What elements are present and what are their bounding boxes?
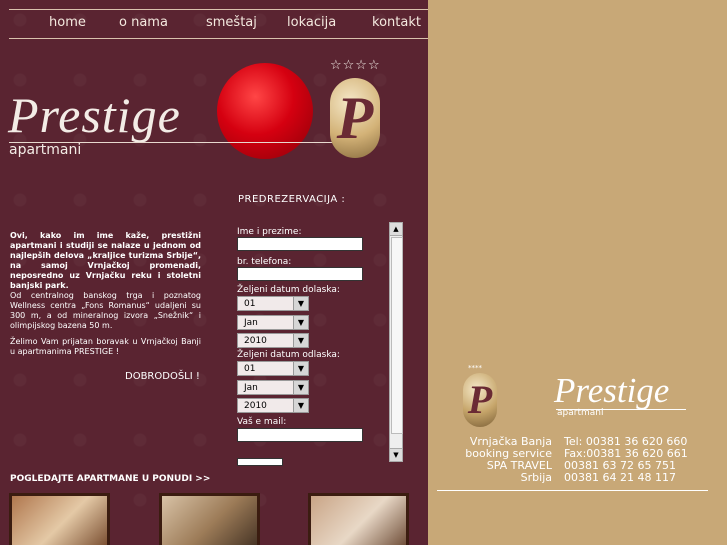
chevron-down-icon: ▼ (293, 297, 308, 310)
view-apartments-link[interactable]: POGLEDAJTE APARTMANE U PONUDI >> (10, 474, 210, 484)
phone-input[interactable] (237, 267, 363, 281)
phone-label: br. telefona: (237, 257, 292, 267)
apartment-photo-2[interactable] (159, 493, 260, 545)
chevron-down-icon: ▼ (293, 381, 308, 394)
contact-labels: Vrnjačka Banja booking service SPA TRAVE… (465, 436, 552, 484)
scrollbar-thumb[interactable] (391, 237, 403, 434)
departure-label: Željeni datum odlaska: (237, 350, 340, 360)
intro-paragraph-1: Ovi, kako im ime kaže, prestižni apartma… (10, 231, 201, 290)
nav-accommodation[interactable]: smeštaj (206, 15, 257, 30)
nav-about[interactable]: o nama (119, 15, 168, 30)
arrival-year-select[interactable]: 2010 ▼ (237, 333, 309, 348)
welcome-text: DOBRODOŠLI ! (125, 371, 200, 382)
arrival-day-select[interactable]: 01 ▼ (237, 296, 309, 311)
departure-day-value: 01 (244, 364, 256, 374)
logo-subtitle: apartmani (9, 142, 82, 158)
contact-logo-wordmark: Prestige (554, 371, 670, 410)
chevron-down-icon: ▼ (293, 316, 308, 329)
left-panel: home o nama smeštaj lokacija kontakt Pre… (0, 0, 428, 545)
apartment-photo-3[interactable] (308, 493, 409, 545)
name-input[interactable] (237, 237, 363, 251)
contact-numbers: Tel: 00381 36 620 660 Fax:00381 36 620 6… (564, 436, 688, 484)
email-input[interactable] (237, 428, 363, 442)
email-label: Vaš e mail: (237, 417, 287, 427)
rating-stars-icon: ☆☆☆☆ (330, 58, 381, 73)
p-logo-badge-icon: P (330, 78, 380, 158)
arrival-month-select[interactable]: Jan ▼ (237, 315, 309, 330)
contact-stars-icon: **** (468, 364, 482, 372)
form-field-partial[interactable] (237, 458, 283, 466)
contact-country: Srbija (520, 471, 552, 484)
form-scrollbar[interactable]: ▲ ▼ (389, 222, 403, 462)
nav-home[interactable]: home (49, 15, 86, 30)
arrival-day-value: 01 (244, 299, 256, 309)
name-label: Ime i prezime: (237, 227, 302, 237)
chevron-down-icon: ▼ (293, 362, 308, 375)
intro-paragraph-2: Od centralnog banskog trga i poznatog We… (10, 291, 201, 330)
arrival-label: Željeni datum dolaska: (237, 285, 340, 295)
nav-location[interactable]: lokacija (287, 15, 336, 30)
contact-p-logo-icon: P (463, 373, 497, 427)
apartment-photo-1[interactable] (9, 493, 110, 545)
intro-paragraph-3: Želimo Vam prijatan boravak u Vrnjačkoj … (10, 337, 201, 356)
reservation-title: PREDREZERVACIJA : (238, 194, 346, 205)
departure-year-value: 2010 (244, 401, 267, 411)
scroll-up-icon[interactable]: ▲ (390, 223, 402, 236)
red-sphere-decoration (217, 63, 313, 159)
departure-year-select[interactable]: 2010 ▼ (237, 398, 309, 413)
departure-month-value: Jan (244, 383, 258, 393)
contact-divider (437, 490, 708, 491)
arrival-year-value: 2010 (244, 336, 267, 346)
contact-logo-subtitle: apartmani (557, 408, 604, 418)
scroll-down-icon[interactable]: ▼ (390, 448, 402, 461)
main-nav: home o nama smeštaj lokacija kontakt (9, 9, 428, 39)
chevron-down-icon: ▼ (293, 399, 308, 412)
contact-mobile-2: 00381 64 21 48 117 (564, 471, 676, 484)
departure-day-select[interactable]: 01 ▼ (237, 361, 309, 376)
logo-wordmark: Prestige (8, 87, 181, 143)
chevron-down-icon: ▼ (293, 334, 308, 347)
nav-contact[interactable]: kontakt (372, 15, 421, 30)
departure-month-select[interactable]: Jan ▼ (237, 380, 309, 395)
arrival-month-value: Jan (244, 318, 258, 328)
